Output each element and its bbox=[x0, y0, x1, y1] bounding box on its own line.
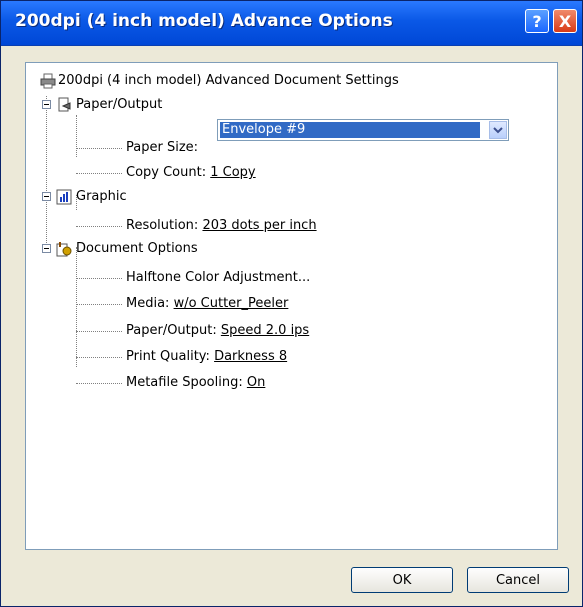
tree-line bbox=[76, 383, 122, 384]
media-label: Media: bbox=[126, 296, 170, 311]
halftone-color-adjustment[interactable]: Halftone Color Adjustment... bbox=[126, 267, 310, 289]
ok-button[interactable]: OK bbox=[351, 567, 453, 593]
tree-line bbox=[76, 331, 122, 332]
document-options-expander[interactable] bbox=[42, 244, 51, 253]
metafile-spooling-row[interactable]: Metafile Spooling: On bbox=[126, 372, 265, 394]
tree-line bbox=[76, 357, 122, 358]
metafile-spooling-label: Metafile Spooling: bbox=[126, 375, 243, 390]
media-row[interactable]: Media: w/o Cutter_Peeler bbox=[126, 293, 288, 315]
metafile-spooling-value[interactable]: On bbox=[247, 375, 265, 390]
document-options-icon bbox=[56, 242, 72, 257]
copy-count-value[interactable]: 1 Copy bbox=[210, 165, 255, 180]
tree-line bbox=[76, 247, 77, 367]
print-quality-row[interactable]: Print Quality: Darkness 8 bbox=[126, 346, 287, 368]
help-icon: ? bbox=[532, 11, 542, 31]
tree-root-label[interactable]: 200dpi (4 inch model) Advanced Document … bbox=[58, 70, 399, 92]
dialog-window: 200dpi (4 inch model) Advance Options ? … bbox=[0, 0, 583, 607]
copy-count-label: Copy Count: bbox=[126, 165, 207, 180]
dialog-client-area: 200dpi (4 inch model) Advanced Document … bbox=[5, 46, 578, 604]
tree-line bbox=[76, 173, 122, 174]
help-button[interactable]: ? bbox=[525, 9, 549, 33]
paper-output-label[interactable]: Paper/Output bbox=[76, 94, 162, 116]
paper-output-speed-row[interactable]: Paper/Output: Speed 2.0 ips bbox=[126, 320, 309, 342]
tree-line bbox=[76, 304, 122, 305]
window-title: 200dpi (4 inch model) Advance Options bbox=[15, 11, 393, 31]
graphic-label[interactable]: Graphic bbox=[76, 186, 127, 208]
cancel-button[interactable]: Cancel bbox=[467, 567, 569, 593]
media-value[interactable]: w/o Cutter_Peeler bbox=[174, 296, 289, 311]
print-quality-value[interactable]: Darkness 8 bbox=[214, 349, 287, 364]
resolution-value[interactable]: 203 dots per inch bbox=[202, 218, 316, 233]
tree-line bbox=[76, 226, 122, 227]
tree-line bbox=[76, 115, 77, 157]
resolution-label: Resolution: bbox=[126, 218, 199, 233]
close-icon: X bbox=[558, 11, 572, 31]
print-quality-label: Print Quality: bbox=[126, 349, 210, 364]
tree-line bbox=[76, 278, 122, 279]
printer-icon bbox=[40, 73, 56, 89]
graphic-chart-icon bbox=[56, 189, 72, 205]
paper-output-icon bbox=[58, 97, 71, 112]
paper-output-speed-label: Paper/Output: bbox=[126, 323, 217, 338]
document-options-label[interactable]: Document Options bbox=[76, 238, 198, 260]
tree-line bbox=[76, 148, 122, 149]
copy-count-row[interactable]: Copy Count: 1 Copy bbox=[126, 162, 256, 184]
graphic-expander[interactable] bbox=[42, 192, 51, 201]
tree-line bbox=[46, 96, 47, 243]
title-bar[interactable]: 200dpi (4 inch model) Advance Options ? … bbox=[1, 1, 582, 46]
chevron-down-icon[interactable] bbox=[489, 121, 507, 139]
paper-size-label[interactable]: Paper Size: bbox=[126, 137, 198, 159]
paper-size-dropdown[interactable]: Envelope #9 bbox=[217, 119, 509, 141]
paper-size-selected-value: Envelope #9 bbox=[220, 122, 480, 138]
paper-output-speed-value[interactable]: Speed 2.0 ips bbox=[221, 323, 309, 338]
resolution-row[interactable]: Resolution: 203 dots per inch bbox=[126, 215, 317, 237]
close-button[interactable]: X bbox=[553, 9, 577, 33]
paper-output-expander[interactable] bbox=[42, 100, 51, 109]
